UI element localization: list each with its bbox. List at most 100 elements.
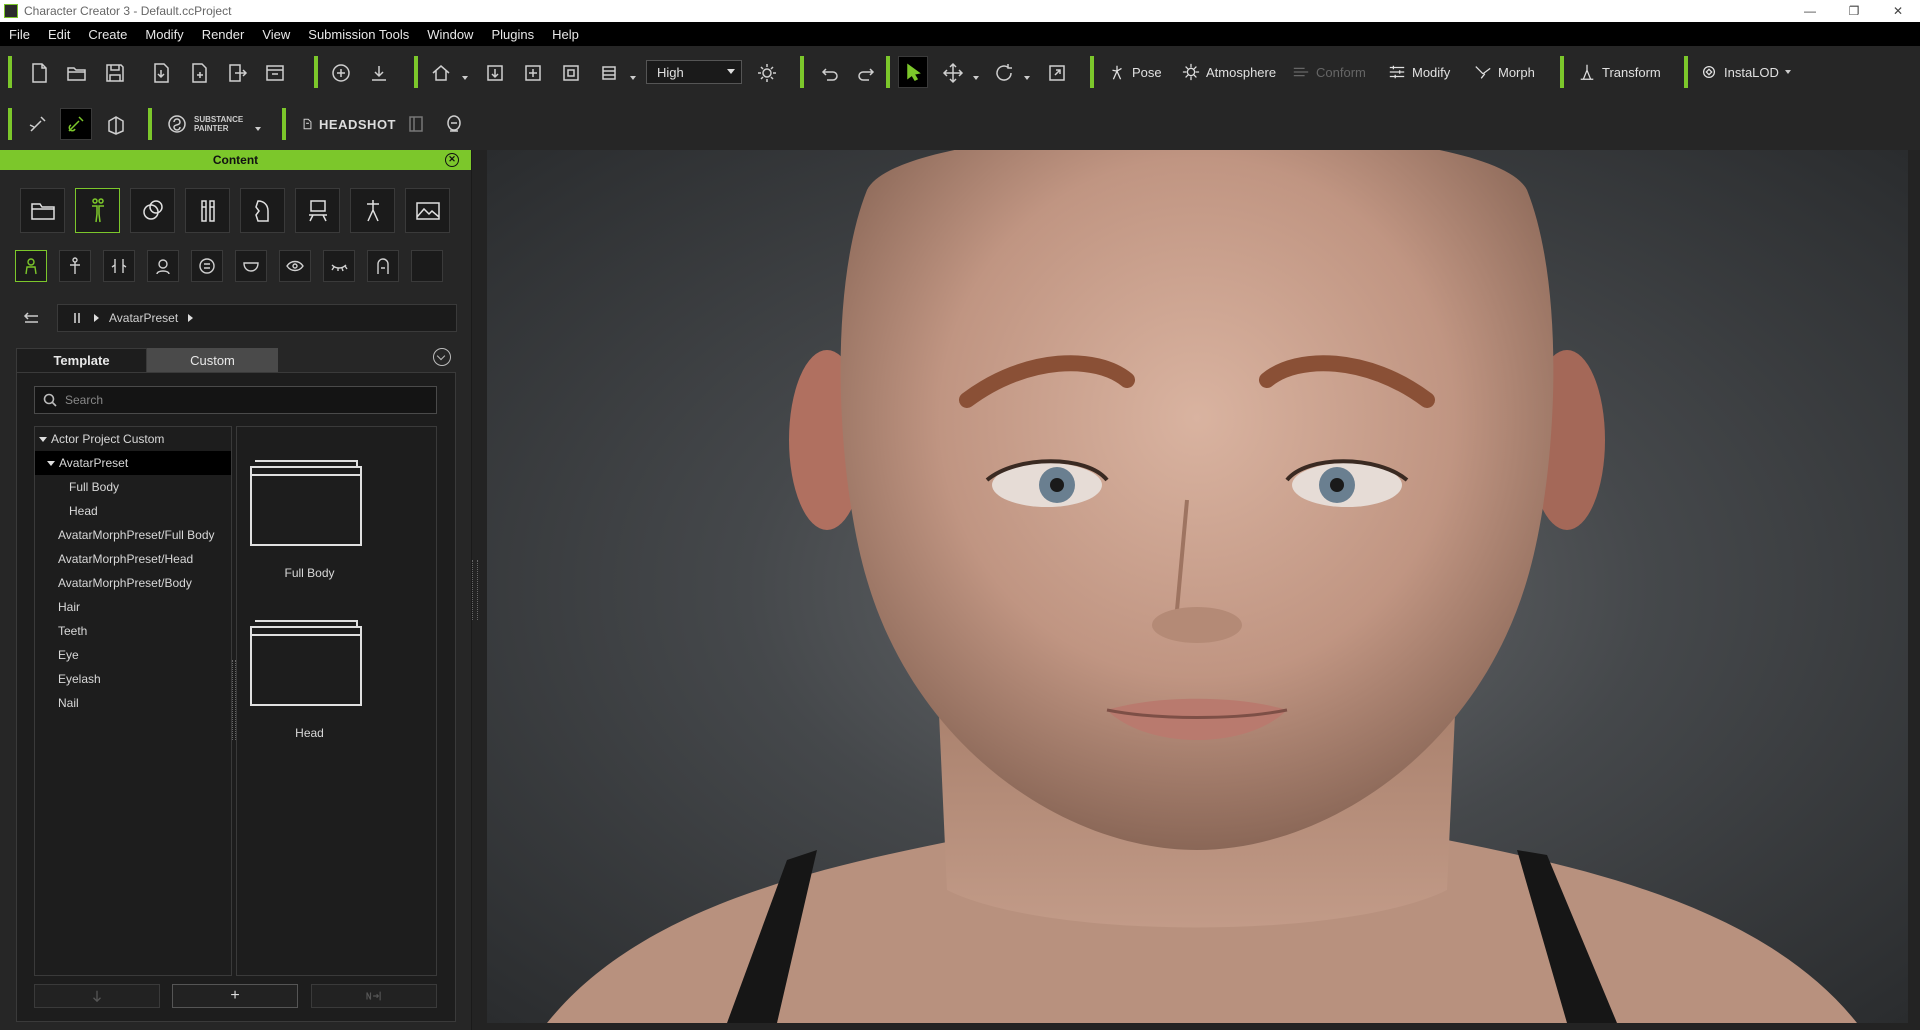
close-panel-icon[interactable]: ✕ <box>445 153 459 167</box>
scene-icon[interactable] <box>405 188 450 233</box>
rotate-tool-caret[interactable] <box>1024 76 1030 80</box>
restore-button[interactable]: ❐ <box>1832 0 1876 22</box>
menu-edit[interactable]: Edit <box>39 27 79 42</box>
light-icon[interactable] <box>754 60 780 86</box>
actor-breadcrumb-icon[interactable] <box>72 312 84 324</box>
menu-render[interactable]: Render <box>193 27 254 42</box>
cloth-icon[interactable] <box>102 110 130 138</box>
frame-all-icon[interactable] <box>520 60 546 86</box>
teeth-icon[interactable] <box>235 250 267 282</box>
tree-item-label: Eyelash <box>58 672 101 686</box>
move-tool-caret[interactable] <box>973 76 979 80</box>
body-shape-icon[interactable] <box>103 250 135 282</box>
export-icon[interactable] <box>224 60 250 86</box>
display-mode-caret[interactable] <box>630 76 636 80</box>
new-project-icon[interactable] <box>26 60 52 86</box>
head-icon[interactable] <box>440 110 468 138</box>
fit-view-icon[interactable] <box>558 60 584 86</box>
home-icon[interactable] <box>428 60 454 86</box>
3d-viewport[interactable] <box>487 150 1908 1023</box>
transform-button[interactable]: Transform <box>1578 60 1661 84</box>
gravity-icon[interactable] <box>366 60 392 86</box>
project-folder-icon[interactable] <box>20 188 65 233</box>
select-tool-icon[interactable] <box>898 56 928 88</box>
panel-splitter-handle[interactable] <box>472 560 478 620</box>
substance-painter-button[interactable]: SUBSTANCE PAINTER <box>166 110 266 138</box>
instalod-caret[interactable] <box>1784 70 1791 74</box>
headshot-button[interactable]: HEADSHOT <box>300 110 396 138</box>
stage-icon[interactable] <box>295 188 340 233</box>
undo-icon[interactable] <box>816 60 842 86</box>
tree-item-eye[interactable]: Eye <box>35 643 231 667</box>
collapse-icon[interactable] <box>433 348 451 366</box>
minimize-button[interactable]: — <box>1788 0 1832 22</box>
tree-item-avatarmorphpreset-body[interactable]: AvatarMorphPreset/Body <box>35 571 231 595</box>
reload-icon[interactable] <box>328 60 354 86</box>
pose-icon[interactable] <box>350 188 395 233</box>
display-mode-icon[interactable] <box>596 60 622 86</box>
instalod-button[interactable]: InstaLOD <box>1700 60 1791 84</box>
actor-icon[interactable] <box>75 188 120 233</box>
screen-icon[interactable] <box>262 60 288 86</box>
empty-slot[interactable] <box>411 250 443 282</box>
import-file-icon[interactable] <box>186 60 212 86</box>
menu-create[interactable]: Create <box>79 27 136 42</box>
import-icon[interactable] <box>148 60 174 86</box>
scale-tool-icon[interactable] <box>1044 60 1070 86</box>
menu-view[interactable]: View <box>253 27 299 42</box>
edit-material-icon[interactable] <box>60 108 92 140</box>
tree-item-eyelash[interactable]: Eyelash <box>35 667 231 691</box>
menu-help[interactable]: Help <box>543 27 588 42</box>
back-arrow-icon[interactable] <box>20 308 42 330</box>
home-dropdown-caret[interactable] <box>462 76 468 80</box>
zoom-selected-icon[interactable] <box>482 60 508 86</box>
menu-submission-tools[interactable]: Submission Tools <box>299 27 418 42</box>
expand-triangle-icon[interactable] <box>47 460 55 466</box>
tab-template[interactable]: Template <box>16 348 147 372</box>
redo-icon[interactable] <box>854 60 880 86</box>
menu-plugins[interactable]: Plugins <box>482 27 543 42</box>
pose-button[interactable]: Pose <box>1108 60 1162 84</box>
search-input[interactable] <box>65 393 405 407</box>
close-window-button[interactable]: ✕ <box>1876 0 1920 22</box>
tree-item-full-body[interactable]: Full Body <box>35 475 231 499</box>
accessory-icon[interactable] <box>240 188 285 233</box>
tree-item-teeth[interactable]: Teeth <box>35 619 231 643</box>
tree-item-avatarmorphpreset-head[interactable]: AvatarMorphPreset/Head <box>35 547 231 571</box>
open-project-icon[interactable] <box>64 60 90 86</box>
modify-button[interactable]: Modify <box>1388 60 1450 84</box>
tree-item-avatarmorphpreset-full-body[interactable]: AvatarMorphPreset/Full Body <box>35 523 231 547</box>
folder-tile-head[interactable]: Head <box>247 617 372 740</box>
tab-custom[interactable]: Custom <box>147 348 278 372</box>
folder-tile-full-body[interactable]: Full Body <box>247 457 372 580</box>
clothing-icon[interactable] <box>185 188 230 233</box>
morph-button[interactable]: Morph <box>1474 60 1535 84</box>
eyelash-icon[interactable] <box>323 250 355 282</box>
rotate-tool-icon[interactable] <box>991 60 1017 86</box>
breadcrumb-item[interactable]: AvatarPreset <box>109 311 178 325</box>
eye-icon[interactable] <box>279 250 311 282</box>
menu-window[interactable]: Window <box>418 27 482 42</box>
material-icon[interactable] <box>130 188 175 233</box>
tree-item-actor-project-custom[interactable]: Actor Project Custom <box>35 427 231 451</box>
tree-item-avatarpreset[interactable]: AvatarPreset <box>35 451 231 475</box>
head-morph-icon[interactable] <box>147 250 179 282</box>
menu-modify[interactable]: Modify <box>136 27 192 42</box>
move-tool-icon[interactable] <box>940 60 966 86</box>
headshot-morph-icon[interactable] <box>402 110 430 138</box>
tree-item-hair[interactable]: Hair <box>35 595 231 619</box>
substance-caret[interactable] <box>255 127 262 131</box>
expand-triangle-icon[interactable] <box>39 436 47 442</box>
render-quality-select[interactable]: High <box>646 60 742 84</box>
body-morph-icon[interactable] <box>59 250 91 282</box>
atmosphere-button[interactable]: Atmosphere <box>1182 60 1276 84</box>
edit-mesh-icon[interactable] <box>24 110 52 138</box>
skin-icon[interactable] <box>191 250 223 282</box>
menu-file[interactable]: File <box>0 27 39 42</box>
add-button[interactable]: + <box>172 984 298 1008</box>
hair-icon[interactable] <box>367 250 399 282</box>
tree-item-head[interactable]: Head <box>35 499 231 523</box>
avatar-preset-icon[interactable] <box>15 250 47 282</box>
save-project-icon[interactable] <box>102 60 128 86</box>
tree-item-nail[interactable]: Nail <box>35 691 231 715</box>
